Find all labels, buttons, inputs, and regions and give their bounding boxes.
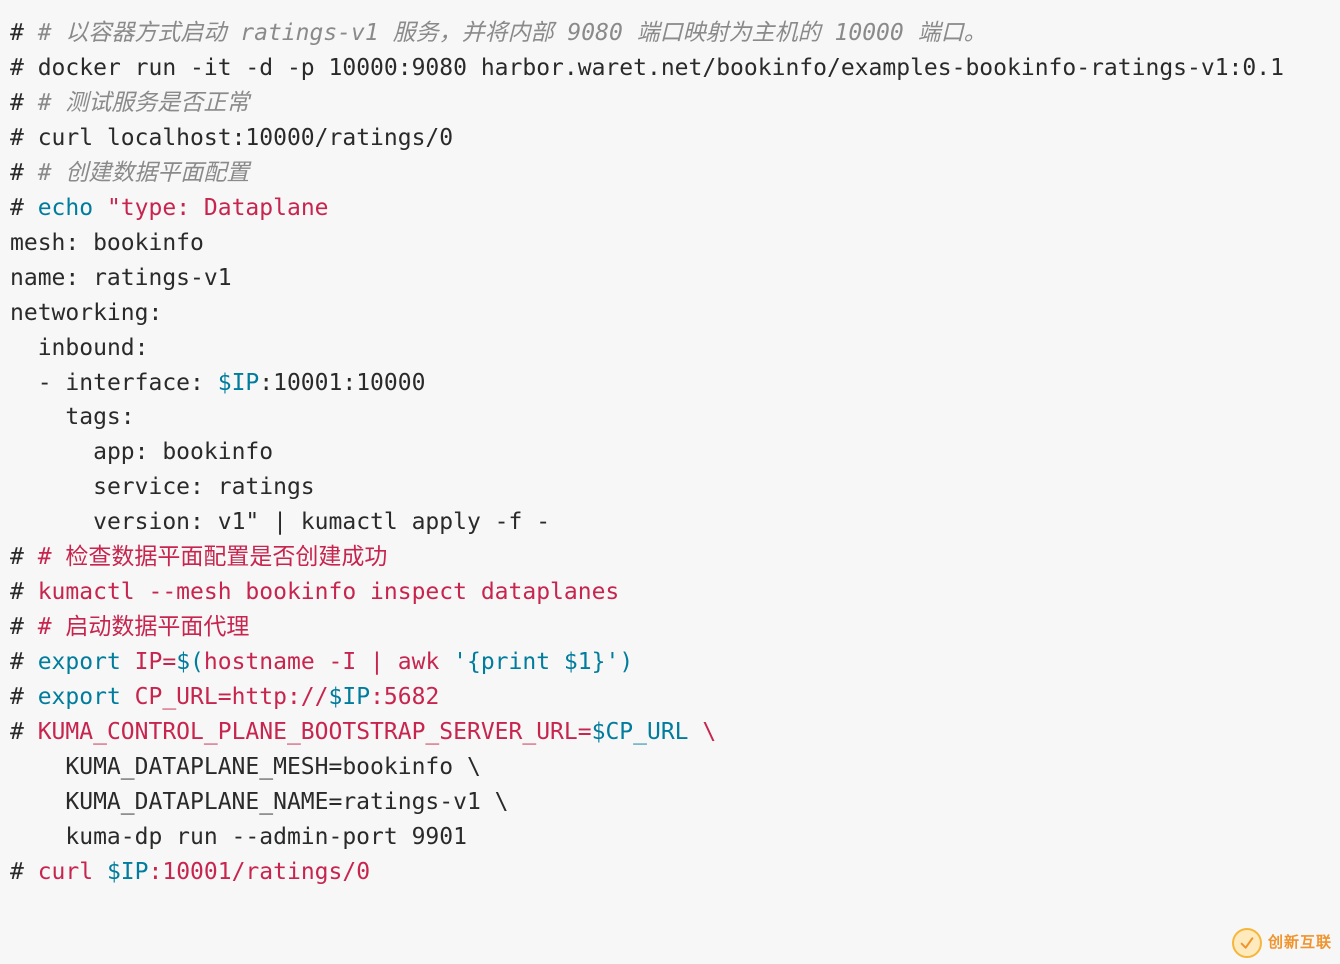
code-token: # xyxy=(10,55,38,81)
watermark-text: 创新互联 xyxy=(1268,932,1332,955)
code-token: :5682 xyxy=(370,684,439,710)
code-token: # xyxy=(10,544,38,570)
code-token: - interface: xyxy=(10,370,218,396)
code-token: CP_URL=http:// xyxy=(121,684,329,710)
code-token: # 创建数据平面配置 xyxy=(38,160,250,186)
code-token: name: ratings-v1 xyxy=(10,265,232,291)
code-token: \ xyxy=(689,719,717,745)
code-token: version: v1" xyxy=(10,509,259,535)
code-token: inbound: xyxy=(10,335,148,361)
watermark: 创新互联 xyxy=(1232,928,1332,958)
code-token: :10001:10000 xyxy=(259,370,425,396)
code-token: "type: Dataplane xyxy=(107,195,329,221)
code-token: # xyxy=(10,579,38,605)
code-token: mesh: bookinfo xyxy=(10,230,204,256)
code-token: # 检查数据平面配置是否创建成功 xyxy=(38,544,388,570)
code-token: $CP_URL xyxy=(592,719,689,745)
code-token: kumactl --mesh bookinfo inspect dataplan… xyxy=(38,579,620,605)
code-token: '{print $1}' xyxy=(453,649,619,675)
code-token xyxy=(93,195,107,221)
code-token: # xyxy=(10,90,38,116)
code-token: networking: xyxy=(10,300,162,326)
code-token: # 启动数据平面代理 xyxy=(38,614,250,640)
code-token: # 以容器方式启动 ratings-v1 服务，并将内部 9080 端口映射为主… xyxy=(38,20,987,46)
code-token: # xyxy=(10,649,38,675)
code-token: ) xyxy=(619,649,633,675)
code-token: IP= xyxy=(121,649,176,675)
code-token: $IP xyxy=(218,370,260,396)
code-token: tags: xyxy=(10,404,135,430)
code-token: # xyxy=(10,20,38,46)
code-token: # xyxy=(10,195,38,221)
code-token: # 测试服务是否正常 xyxy=(38,90,250,116)
code-block: # # 以容器方式启动 ratings-v1 服务，并将内部 9080 端口映射… xyxy=(0,0,1340,900)
code-token: app: bookinfo xyxy=(10,439,273,465)
code-token: export xyxy=(38,649,121,675)
code-token: KUMA_DATAPLANE_MESH=bookinfo \ xyxy=(10,754,481,780)
code-token: curl xyxy=(38,859,107,885)
code-token: # xyxy=(10,859,38,885)
code-token: | kumactl apply -f - xyxy=(259,509,550,535)
code-token: $IP xyxy=(107,859,149,885)
code-token: $IP xyxy=(329,684,371,710)
code-token: curl localhost:10000/ratings/0 xyxy=(38,125,453,151)
code-token: # xyxy=(10,125,38,151)
code-token: kuma-dp run --admin-port 9901 xyxy=(10,824,467,850)
code-token: # xyxy=(10,684,38,710)
code-token: $( xyxy=(176,649,204,675)
code-token: KUMA_CONTROL_PLANE_BOOTSTRAP_SERVER_URL= xyxy=(38,719,592,745)
watermark-badge-icon xyxy=(1232,928,1262,958)
code-token: # xyxy=(10,614,38,640)
code-token: service: ratings xyxy=(10,474,315,500)
code-token: echo xyxy=(38,195,93,221)
code-token: docker run -it -d -p 10000:9080 harbor.w… xyxy=(38,55,1284,81)
code-token: :10001/ratings/0 xyxy=(149,859,371,885)
code-token: # xyxy=(10,160,38,186)
code-token: KUMA_DATAPLANE_NAME=ratings-v1 \ xyxy=(10,789,509,815)
code-token: export xyxy=(38,684,121,710)
code-token: hostname -I | awk xyxy=(204,649,453,675)
code-token: # xyxy=(10,719,38,745)
